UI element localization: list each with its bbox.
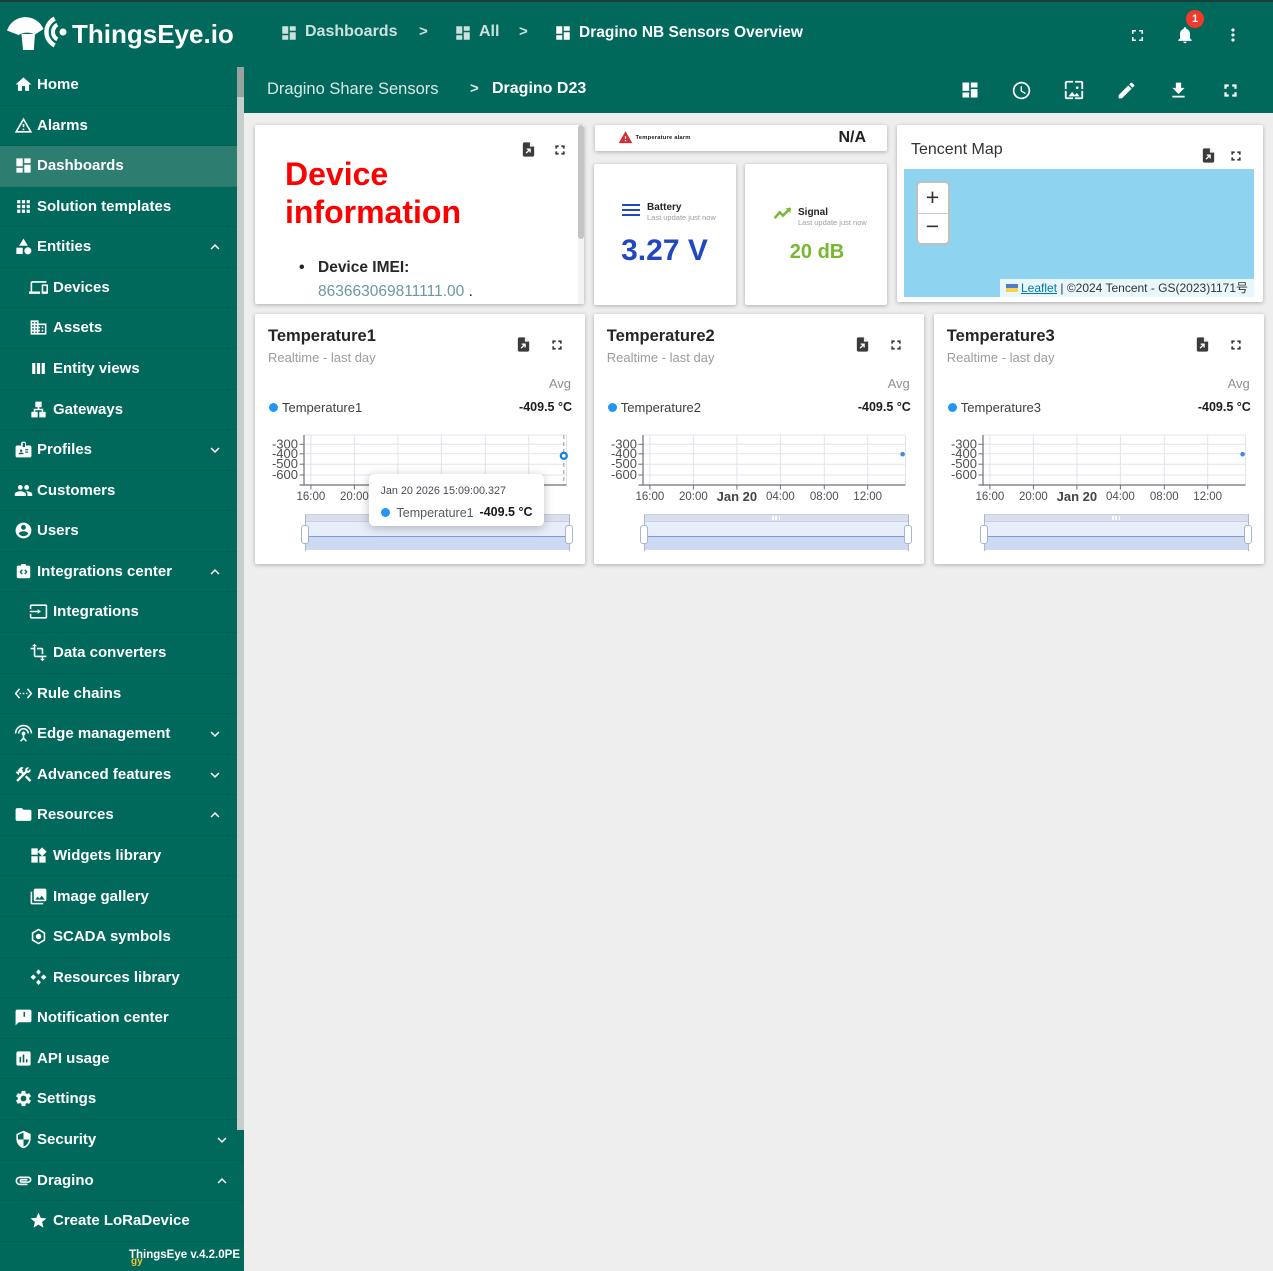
- svg-text:04:00: 04:00: [766, 491, 795, 503]
- svg-text:20:00: 20:00: [1019, 491, 1048, 503]
- svg-text:16:00: 16:00: [297, 491, 326, 503]
- svg-text:-600: -600: [951, 467, 977, 482]
- svg-text:16:00: 16:00: [975, 491, 1004, 503]
- svg-text:Jan 20: Jan 20: [716, 489, 756, 504]
- svg-text:-600: -600: [272, 467, 298, 482]
- svg-text:Jan 20: Jan 20: [1056, 489, 1096, 504]
- svg-text:04:00: 04:00: [1106, 491, 1135, 503]
- svg-text:08:00: 08:00: [810, 491, 839, 503]
- svg-text:-600: -600: [611, 467, 637, 482]
- svg-text:20:00: 20:00: [340, 491, 369, 503]
- svg-text:12:00: 12:00: [1193, 491, 1222, 503]
- svg-text:08:00: 08:00: [1150, 491, 1179, 503]
- svg-text:12:00: 12:00: [853, 491, 882, 503]
- svg-text:20:00: 20:00: [679, 491, 708, 503]
- svg-text:16:00: 16:00: [635, 491, 664, 503]
